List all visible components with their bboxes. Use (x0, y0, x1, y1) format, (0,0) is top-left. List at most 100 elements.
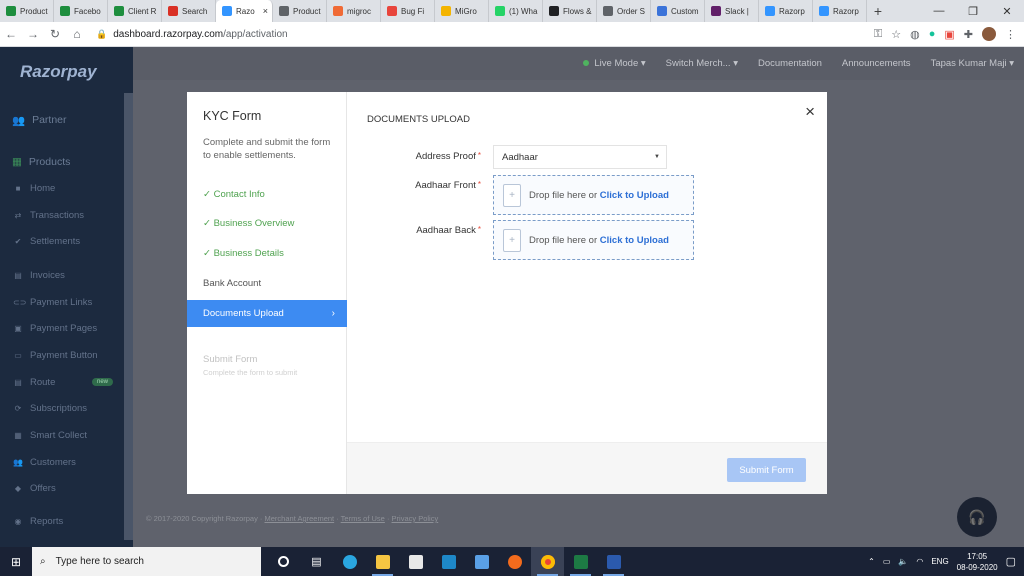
sidebar-item-route[interactable]: ▤ Route new (0, 369, 133, 396)
home-button-icon[interactable]: ⌂ (66, 27, 88, 41)
browser-tab[interactable]: Slack | (705, 0, 759, 22)
help-headset-button[interactable]: 🎧 (957, 497, 997, 537)
browser-menu-icon[interactable]: ⋮ (1005, 28, 1016, 41)
browser-tab[interactable]: Flows & (543, 0, 597, 22)
browser-tab[interactable]: Custom (651, 0, 705, 22)
file-explorer-icon[interactable] (366, 547, 399, 576)
switch-merchant-menu[interactable]: Switch Merch... ▾ (666, 58, 738, 69)
terms-link[interactable]: Terms of Use (341, 514, 385, 523)
sidebar-scrollbar[interactable] (124, 93, 133, 540)
sidebar-item-invoices[interactable]: ▤ Invoices (0, 262, 133, 289)
step-business-details[interactable]: ✓ Business Details (203, 248, 284, 259)
task-view-icon[interactable]: ▤ (300, 547, 333, 576)
url-field[interactable]: 🔒 dashboard.razorpay.com /app/activation (96, 29, 288, 40)
cortana-icon[interactable] (267, 547, 300, 576)
key-icon[interactable]: ⚿ (874, 28, 882, 41)
browser-tab[interactable]: Razorp (813, 0, 867, 22)
invoices-icon: ▤ (14, 270, 22, 280)
address-proof-select[interactable]: Aadhaar ▼ (493, 145, 667, 169)
live-mode-toggle[interactable]: Live Mode ▾ (583, 58, 645, 69)
close-tab-icon[interactable]: × (263, 6, 268, 16)
sidebar-partner[interactable]: 👥 Partner (0, 107, 133, 133)
extension-red-icon[interactable]: ▣ (944, 28, 954, 41)
click-to-upload-link[interactable]: Click to Upload (600, 235, 669, 246)
sidebar-item-payment-button[interactable]: ▭ Payment Button (0, 342, 133, 369)
tray-chevron-icon[interactable]: ⌃ (868, 557, 875, 566)
browser-tab[interactable]: Client R (108, 0, 162, 22)
sidebar-item-payment-pages[interactable]: ▣ Payment Pages (0, 315, 133, 342)
browser-tab[interactable]: Product (273, 0, 327, 22)
notifications-icon[interactable]: ▢ (1006, 555, 1016, 568)
browser-tab[interactable]: MiGro (435, 0, 489, 22)
restore-icon[interactable]: ❐ (956, 0, 990, 22)
minimize-icon[interactable]: — (922, 0, 956, 22)
wifi-icon[interactable]: ◠ (916, 557, 923, 566)
sidebar-item-transactions[interactable]: ⇄ Transactions (0, 202, 133, 229)
browser-tab[interactable]: Razorp (759, 0, 813, 22)
announcements-link[interactable]: Announcements (842, 58, 911, 69)
sidebar-item-smart-collect[interactable]: ▦ Smart Collect (0, 422, 133, 449)
clock[interactable]: 17:05 08-09-2020 (957, 551, 998, 573)
sidebar-item-offers[interactable]: ◆ Offers (0, 476, 133, 503)
firefox-icon[interactable] (498, 547, 531, 576)
browser-tab[interactable]: Order S (597, 0, 651, 22)
aadhaar-back-dropzone[interactable]: + Drop file here or Click to Upload (493, 220, 694, 260)
sidebar-products[interactable]: ▦ Products (0, 149, 133, 175)
sidebar-item-home[interactable]: ■ Home (0, 175, 133, 202)
razorpay-logo[interactable]: Razorpay (0, 47, 133, 97)
url-path: /app/activation (223, 28, 288, 40)
extensions-puzzle-icon[interactable]: ✚ (964, 28, 973, 41)
url-host: dashboard.razorpay.com (113, 28, 224, 40)
battery-icon[interactable]: ▭ (883, 557, 891, 566)
browser-tab[interactable]: migroc (327, 0, 381, 22)
products-icon: ▦ (12, 156, 22, 168)
chrome-icon[interactable] (531, 547, 564, 576)
aadhaar-front-dropzone[interactable]: + Drop file here or Click to Upload (493, 175, 694, 215)
taskbar-search[interactable]: ⌕ Type here to search (32, 547, 261, 576)
sidebar-items: ■ Home ⇄ Transactions ✔ Settlements ▤ Invoices ⊂… (0, 175, 133, 535)
excel-icon[interactable] (564, 547, 597, 576)
sidebar-item-label: Transactions (30, 209, 85, 221)
sidebar-item-payment-links[interactable]: ⊂⊃ Payment Links (0, 289, 133, 316)
new-tab-button[interactable]: + (867, 0, 889, 22)
browser-tab[interactable]: Product (0, 0, 54, 22)
browser-tab[interactable]: Search (162, 0, 216, 22)
store-icon[interactable] (399, 547, 432, 576)
step-business-overview[interactable]: ✓ Business Overview (203, 218, 294, 229)
browser-tab[interactable]: (1) Wha (489, 0, 543, 22)
browser-tab[interactable]: Facebo (54, 0, 108, 22)
sidebar-item-subscriptions[interactable]: ⟳ Subscriptions (0, 396, 133, 423)
sidebar-item-reports[interactable]: ◉ Reports (0, 508, 133, 535)
extension-globe-icon[interactable]: ◍ (910, 28, 920, 41)
step-bank-account[interactable]: Bank Account (203, 278, 261, 289)
close-window-icon[interactable]: ✕ (990, 0, 1024, 22)
submit-form-button[interactable]: Submit Form (727, 458, 806, 482)
windows-start-icon[interactable]: ⊞ (0, 547, 32, 576)
privacy-link[interactable]: Privacy Policy (392, 514, 439, 523)
step-contact-info[interactable]: ✓ Contact Info (203, 189, 265, 200)
edge-icon[interactable] (333, 547, 366, 576)
mail-icon[interactable] (465, 547, 498, 576)
word-icon[interactable] (597, 547, 630, 576)
user-menu[interactable]: Tapas Kumar Maji ▾ (931, 58, 1014, 69)
merchant-agreement-link[interactable]: Merchant Agreement (265, 514, 335, 523)
extension-grammarly-icon[interactable]: ● (929, 28, 936, 40)
browser-tab[interactable]: Bug Fi (381, 0, 435, 22)
close-icon[interactable]: × (805, 102, 815, 122)
volume-icon[interactable]: 🔈 (898, 557, 908, 566)
profile-avatar[interactable] (982, 27, 996, 41)
language-indicator[interactable]: ENG (931, 557, 948, 566)
l-app-icon[interactable] (432, 547, 465, 576)
forward-icon[interactable]: → (22, 27, 44, 41)
step-documents-upload[interactable]: Documents Upload › (187, 300, 347, 327)
sidebar-item-customers[interactable]: 👥 Customers (0, 449, 133, 476)
browser-tab[interactable]: Razo × (216, 0, 273, 22)
footer-separator: · (384, 514, 392, 523)
star-icon[interactable]: ☆ (891, 28, 901, 41)
reload-icon[interactable]: ↻ (44, 27, 66, 41)
documentation-link[interactable]: Documentation (758, 58, 822, 69)
sidebar-item-settlements[interactable]: ✔ Settlements (0, 228, 133, 255)
click-to-upload-link[interactable]: Click to Upload (600, 190, 669, 201)
sidebar-item-label: Payment Pages (30, 323, 98, 335)
back-icon[interactable]: ← (0, 27, 22, 41)
